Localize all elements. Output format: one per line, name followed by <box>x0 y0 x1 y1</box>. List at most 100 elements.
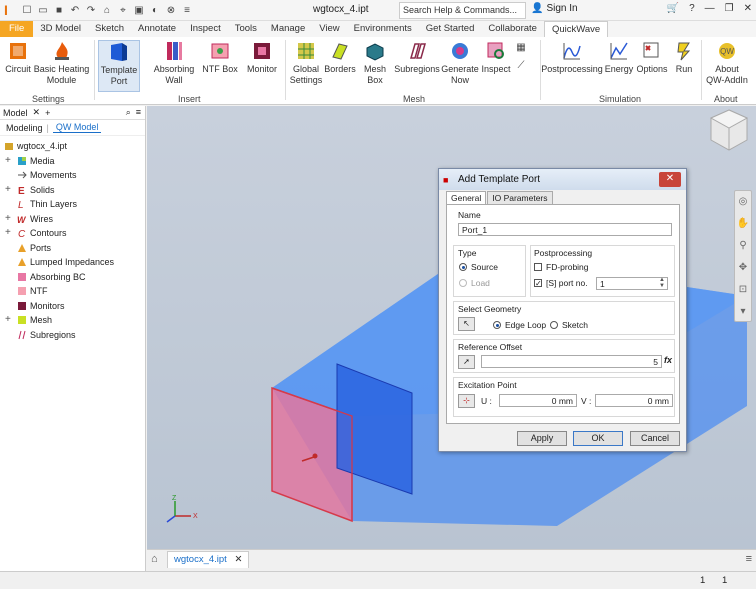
add-panel-icon[interactable]: + <box>45 108 50 118</box>
new-icon[interactable]: ☐ <box>20 4 34 17</box>
expand-icon[interactable]: + <box>5 154 13 169</box>
subregions-button[interactable]: Subregions <box>394 40 440 75</box>
ntf-box-button[interactable]: NTF Box <box>202 40 238 75</box>
template-port-button[interactable]: Template Port <box>98 40 140 92</box>
basic-heating-module-button[interactable]: Basic Heating Module <box>33 40 90 86</box>
select-reference-button[interactable]: ➚ <box>458 355 475 369</box>
tab-view[interactable]: View <box>312 21 346 37</box>
save-icon[interactable]: ■ <box>52 4 66 17</box>
home-tab-icon[interactable]: ⌂ <box>151 553 158 565</box>
update-icon[interactable]: ▣ <box>132 4 146 17</box>
run-button[interactable]: Run <box>672 40 696 75</box>
measure-icon[interactable]: ≡ <box>180 4 194 17</box>
tab-qw-model[interactable]: QW Model <box>52 122 102 133</box>
search-icon[interactable]: ⌕ <box>126 107 131 118</box>
circuit-button[interactable]: Circuit <box>4 40 32 75</box>
nav-more-icon[interactable]: ▾ <box>735 301 751 323</box>
orbit-icon[interactable]: ✥ <box>735 257 751 279</box>
tree-item-thin-layers[interactable]: L Thin Layers <box>0 197 145 212</box>
tab-collaborate[interactable]: Collaborate <box>481 21 544 37</box>
cart-icon[interactable]: 🛒 <box>667 3 679 14</box>
about-qw-addin-button[interactable]: QW About QW-AddIn <box>703 40 751 86</box>
postprocessing-button[interactable]: Postprocessing <box>541 40 603 75</box>
select-geometry-button[interactable]: ↖ <box>458 317 475 331</box>
expand-icon[interactable]: + <box>5 313 13 328</box>
steering-wheel-icon[interactable]: ◎ <box>735 191 751 213</box>
absorbing-wall-button[interactable]: Absorbing Wall <box>151 40 197 86</box>
navigation-bar[interactable]: ◎ ✋ ⚲ ✥ ⊡ ▾ <box>734 190 752 322</box>
tab-menu-icon[interactable]: ≡ <box>746 553 752 565</box>
tab-sketch[interactable]: Sketch <box>88 21 131 37</box>
tab-get-started[interactable]: Get Started <box>419 21 482 37</box>
name-field[interactable]: Port_1 <box>458 223 672 236</box>
tree-item-absorbing-bc[interactable]: Absorbing BC <box>0 270 145 285</box>
sign-in-button[interactable]: 👤 Sign In <box>531 3 578 14</box>
help-search-input[interactable]: Search Help & Commands... <box>399 2 526 19</box>
zoom-icon[interactable]: ⚲ <box>735 235 751 257</box>
expand-icon[interactable]: + <box>5 212 13 227</box>
appearance-icon[interactable]: ⊗ <box>164 4 178 17</box>
s-port-number-field[interactable]: 1 <box>596 277 668 290</box>
type-source-radio[interactable]: Source <box>459 262 498 272</box>
tab-environments[interactable]: Environments <box>347 21 419 37</box>
tab-io-parameters[interactable]: IO Parameters <box>487 191 553 204</box>
energy-button[interactable]: Energy <box>603 40 635 75</box>
menu-icon[interactable]: ≡ <box>136 107 141 118</box>
tree-item-ntf[interactable]: NTF <box>0 284 145 299</box>
tree-item-monitors[interactable]: Monitors <box>0 299 145 314</box>
borders-button[interactable]: Borders <box>323 40 357 75</box>
tree-root[interactable]: wgtocx_4.ipt <box>0 139 145 154</box>
tab-tools[interactable]: Tools <box>228 21 264 37</box>
tab-quickwave[interactable]: QuickWave <box>543 21 609 37</box>
tab-manage[interactable]: Manage <box>264 21 312 37</box>
function-icon[interactable]: fx <box>664 355 672 365</box>
tab-modeling[interactable]: Modeling <box>6 123 43 133</box>
type-load-radio[interactable]: Load <box>459 278 490 288</box>
tab-inspect[interactable]: Inspect <box>183 21 228 37</box>
help-icon[interactable]: ? <box>689 3 695 14</box>
tree-item-movements[interactable]: Movements <box>0 168 145 183</box>
select-excitation-button[interactable]: ⊹ <box>458 394 475 408</box>
tab-general[interactable]: General <box>446 191 487 204</box>
tab-annotate[interactable]: Annotate <box>131 21 183 37</box>
mesh-option-icon[interactable]: ▦ <box>514 41 528 54</box>
mesh-display-icon[interactable]: ⟋ <box>514 59 528 72</box>
tree-item-ports[interactable]: Ports <box>0 241 145 256</box>
undo-icon[interactable]: ↶ <box>68 4 82 17</box>
tab-3d-model[interactable]: 3D Model <box>33 21 88 37</box>
ok-button[interactable]: OK <box>573 431 623 446</box>
tree-item-media[interactable]: + Media <box>0 154 145 169</box>
tree-item-wires[interactable]: + W Wires <box>0 212 145 227</box>
close-tab-icon[interactable]: ✕ <box>234 554 242 565</box>
material-icon[interactable]: ◐ <box>148 4 162 17</box>
spinner-icon[interactable]: ▲ ▼ <box>659 277 665 289</box>
fd-probing-checkbox[interactable]: FD-probing <box>534 262 589 272</box>
close-button[interactable]: ✕ <box>744 3 752 14</box>
dialog-close-button[interactable]: ✕ <box>659 172 681 187</box>
select-icon[interactable]: ⌖ <box>116 4 130 17</box>
inspect-button[interactable]: Inspect <box>480 40 512 75</box>
s-port-checkbox[interactable]: ✓ [S] port no. <box>534 278 588 288</box>
expand-icon[interactable]: + <box>5 226 13 241</box>
tree-item-subregions[interactable]: Subregions <box>0 328 145 343</box>
tab-file[interactable]: File <box>0 21 34 37</box>
restore-button[interactable]: ❐ <box>725 3 734 14</box>
minimize-button[interactable]: — <box>705 3 715 14</box>
global-settings-button[interactable]: Global Settings <box>288 40 324 86</box>
cancel-button[interactable]: Cancel <box>630 431 680 446</box>
geom-sketch-radio[interactable]: Sketch <box>550 320 588 330</box>
v-field[interactable]: 0 mm <box>595 394 673 407</box>
mesh-box-button[interactable]: Mesh Box <box>361 40 389 86</box>
view-cube[interactable] <box>707 106 752 156</box>
generate-now-button[interactable]: Generate Now <box>441 40 479 86</box>
redo-icon[interactable]: ↷ <box>84 4 98 17</box>
reference-offset-field[interactable]: 5 <box>481 355 662 368</box>
geom-edge-loop-radio[interactable]: Edge Loop <box>493 320 546 330</box>
home-icon[interactable]: ⌂ <box>100 4 114 17</box>
tree-item-contours[interactable]: + C Contours <box>0 226 145 241</box>
u-field[interactable]: 0 mm <box>499 394 577 407</box>
open-icon[interactable]: ▭ <box>36 4 50 17</box>
expand-icon[interactable]: + <box>5 183 13 198</box>
pan-icon[interactable]: ✋ <box>735 213 751 235</box>
options-button[interactable]: Options <box>636 40 668 75</box>
